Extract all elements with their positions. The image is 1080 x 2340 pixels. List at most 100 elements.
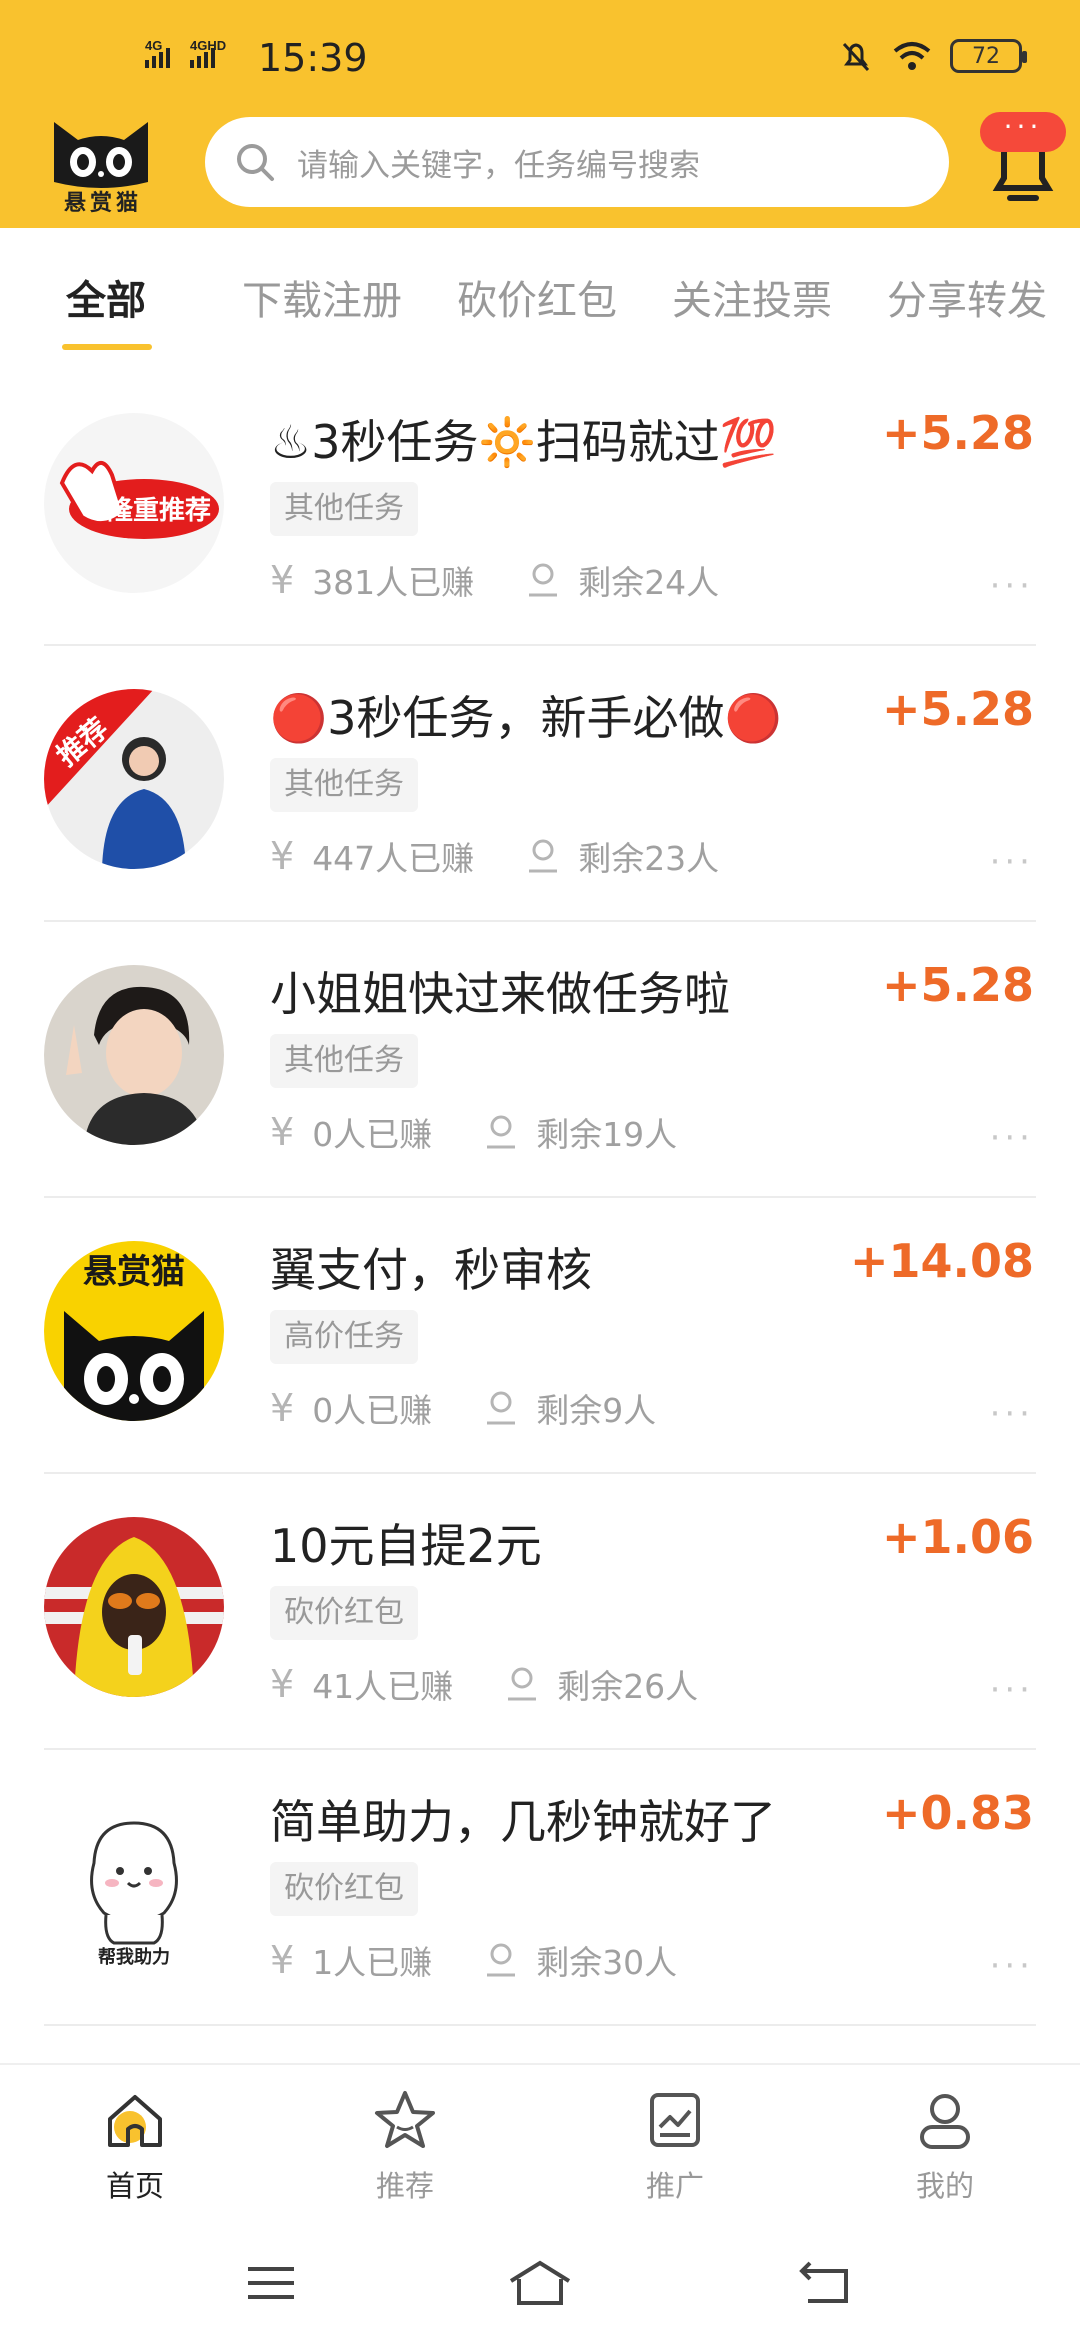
task-earned: 1人已赚 bbox=[312, 1943, 433, 1982]
battery-indicator: 72 bbox=[950, 39, 1027, 73]
tab-follow-vote[interactable]: 关注投票 bbox=[672, 268, 832, 326]
menu-icon[interactable] bbox=[236, 2253, 306, 2313]
task-meta: ¥ 381人已赚 剩余24人 bbox=[270, 556, 719, 604]
task-tag: 其他任务 bbox=[270, 1034, 418, 1088]
task-row[interactable]: 小姐姐快过来做任务啦 +5.28 其他任务 ¥ 0人已赚 剩余19人 ··· bbox=[0, 922, 1080, 1198]
task-row[interactable]: 推荐 🔴3秒任务，新手必做🔴 +5.28 其他任务 ¥ 447人已赚 剩余23人… bbox=[0, 646, 1080, 922]
task-row[interactable]: 隆重推荐 ♨3秒任务🔆扫码就过💯 +5.28 其他任务 ¥ 381人已赚 剩余2… bbox=[0, 370, 1080, 646]
tab-share-forward[interactable]: 分享转发 bbox=[887, 268, 1047, 326]
task-avatar bbox=[44, 965, 224, 1145]
task-title: 简单助力，几秒钟就好了 bbox=[270, 1795, 776, 1849]
task-avatar: 帮我助力 bbox=[44, 1793, 224, 1973]
chart-icon bbox=[650, 2093, 700, 2147]
person-icon bbox=[487, 1943, 516, 1977]
home-button-icon[interactable] bbox=[505, 2253, 575, 2313]
search-icon bbox=[237, 144, 274, 181]
task-row[interactable]: 10元自提2元 +1.06 砍价红包 ¥ 41人已赚 剩余26人 ··· bbox=[0, 1474, 1080, 1750]
task-reward: +5.28 bbox=[881, 958, 1034, 1012]
nav-recommend[interactable]: 推荐 bbox=[305, 2085, 505, 2205]
nav-recommend-label: 推荐 bbox=[375, 2169, 434, 2203]
battery-level: 72 bbox=[972, 43, 1000, 69]
task-tag: 其他任务 bbox=[270, 482, 418, 536]
task-reward: +5.28 bbox=[881, 406, 1034, 460]
mute-bell-icon bbox=[842, 42, 870, 72]
task-earned: 447人已赚 bbox=[312, 839, 475, 878]
yen-icon: ¥ bbox=[270, 558, 295, 602]
task-reward: +1.06 bbox=[881, 1510, 1034, 1564]
profile-icon bbox=[920, 2094, 970, 2149]
status-time: 15:39 bbox=[258, 36, 368, 80]
back-icon[interactable] bbox=[790, 2253, 860, 2313]
nav-home-label: 首页 bbox=[105, 2169, 164, 2203]
task-reward: +5.28 bbox=[881, 682, 1034, 736]
task-tag: 高价任务 bbox=[270, 1310, 418, 1364]
task-remaining: 剩余24人 bbox=[578, 563, 720, 602]
app-header: 4G 4GHD 15:39 72 悬赏猫 请输入关键字，任务编号搜索 ··· bbox=[0, 0, 1080, 228]
status-icons: 72 bbox=[838, 38, 1027, 74]
task-earned: 41人已赚 bbox=[312, 1667, 454, 1706]
person-icon bbox=[487, 1391, 516, 1425]
task-avatar: 悬赏猫 bbox=[44, 1241, 224, 1421]
tab-indicator bbox=[62, 344, 152, 350]
yen-icon: ¥ bbox=[270, 834, 295, 878]
system-navigation bbox=[0, 2223, 1080, 2340]
notification-badge: ··· bbox=[980, 112, 1066, 152]
nav-mine-label: 我的 bbox=[915, 2169, 974, 2203]
tab-all[interactable]: 全部 bbox=[66, 268, 146, 326]
more-options-icon[interactable]: ··· bbox=[990, 845, 1034, 879]
star-icon bbox=[375, 2091, 435, 2148]
svg-text:4GHD: 4GHD bbox=[190, 38, 226, 53]
task-avatar bbox=[44, 1517, 224, 1697]
yen-icon: ¥ bbox=[270, 1386, 295, 1430]
search-bar[interactable]: 请输入关键字，任务编号搜索 bbox=[205, 117, 949, 207]
task-avatar: 隆重推荐 bbox=[44, 413, 224, 593]
svg-text:隆重推荐: 隆重推荐 bbox=[107, 496, 211, 526]
person-icon bbox=[529, 563, 558, 597]
task-meta: ¥ 447人已赚 剩余23人 bbox=[270, 832, 719, 880]
task-tag: 砍价红包 bbox=[270, 1862, 418, 1916]
task-meta: ¥ 0人已赚 剩余19人 bbox=[270, 1108, 677, 1156]
task-meta: ¥ 1人已赚 剩余30人 bbox=[270, 1936, 677, 1984]
task-remaining: 剩余19人 bbox=[536, 1115, 678, 1154]
row-divider bbox=[44, 2024, 1036, 2026]
task-title: ♨3秒任务🔆扫码就过💯 bbox=[270, 415, 778, 469]
app-screen: 4G 4GHD 15:39 72 悬赏猫 请输入关键字，任务编号搜索 ··· 全… bbox=[0, 0, 1080, 2340]
more-options-icon[interactable]: ··· bbox=[990, 1673, 1034, 1707]
tab-download-register[interactable]: 下载注册 bbox=[242, 268, 402, 326]
task-title: 10元自提2元 bbox=[270, 1519, 542, 1573]
svg-text:4G: 4G bbox=[145, 38, 162, 53]
signal-icon: 4G 4GHD bbox=[145, 38, 226, 68]
task-remaining: 剩余26人 bbox=[557, 1667, 699, 1706]
more-options-icon[interactable]: ··· bbox=[990, 1397, 1034, 1431]
more-options-icon[interactable]: ··· bbox=[990, 569, 1034, 603]
task-row[interactable]: 帮我助力 简单助力，几秒钟就好了 +0.83 砍价红包 ¥ 1人已赚 剩余30人… bbox=[0, 1750, 1080, 2026]
task-tag: 其他任务 bbox=[270, 758, 418, 812]
more-options-icon[interactable]: ··· bbox=[990, 1121, 1034, 1155]
task-meta: ¥ 0人已赚 剩余9人 bbox=[270, 1384, 656, 1432]
nav-home[interactable]: 首页 bbox=[35, 2085, 235, 2205]
person-icon bbox=[487, 1115, 516, 1149]
more-options-icon[interactable]: ··· bbox=[990, 1949, 1034, 1983]
task-reward: +0.83 bbox=[881, 1786, 1034, 1840]
yen-icon: ¥ bbox=[270, 1938, 295, 1982]
tab-bargain-redpacket[interactable]: 砍价红包 bbox=[457, 268, 617, 326]
task-earned: 0人已赚 bbox=[312, 1115, 433, 1154]
task-title: 翼支付，秒审核 bbox=[270, 1243, 592, 1297]
task-row[interactable]: 悬赏猫 翼支付，秒审核 +14.08 高价任务 ¥ 0人已赚 剩余9人 ··· bbox=[0, 1198, 1080, 1474]
category-tabs: 全部 下载注册 砍价红包 关注投票 分享转发 bbox=[0, 228, 1080, 358]
bottom-navigation: 首页 推荐 推广 我的 bbox=[0, 2063, 1080, 2223]
task-title: 🔴3秒任务，新手必做🔴 bbox=[270, 691, 782, 745]
person-icon bbox=[529, 839, 558, 873]
task-reward: +14.08 bbox=[849, 1234, 1034, 1288]
nav-promote-label: 推广 bbox=[645, 2169, 704, 2203]
person-icon bbox=[508, 1667, 537, 1701]
nav-promote[interactable]: 推广 bbox=[575, 2085, 775, 2205]
nav-mine[interactable]: 我的 bbox=[845, 2085, 1045, 2205]
search-placeholder: 请输入关键字，任务编号搜索 bbox=[297, 147, 700, 184]
task-earned: 381人已赚 bbox=[312, 563, 475, 602]
task-avatar: 推荐 bbox=[44, 689, 224, 869]
svg-text:悬赏猫: 悬赏猫 bbox=[83, 1252, 185, 1292]
yen-icon: ¥ bbox=[270, 1110, 295, 1154]
yen-icon: ¥ bbox=[270, 1662, 295, 1706]
task-remaining: 剩余30人 bbox=[536, 1943, 678, 1982]
